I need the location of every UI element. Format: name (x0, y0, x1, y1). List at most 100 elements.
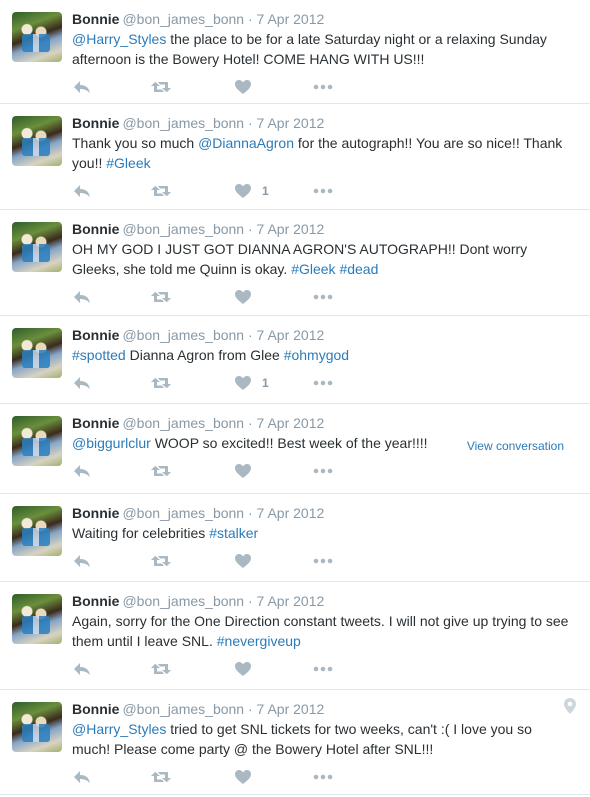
view-conversation-link[interactable]: View conversation (467, 439, 564, 453)
avatar[interactable] (12, 222, 62, 272)
tweet-actions: 1 (72, 179, 578, 211)
like-button[interactable] (234, 459, 262, 483)
tweet-text: Again, sorry for the One Direction const… (72, 611, 578, 651)
more-dots-icon (312, 79, 334, 95)
tweet[interactable]: Bonnie @bon_james_bonn · 7 Apr 2012 @biggu… (0, 404, 590, 494)
heart-icon (234, 79, 252, 95)
tweet-timestamp[interactable]: 7 Apr 2012 (257, 327, 325, 343)
tweet[interactable]: Bonnie @bon_james_bonn · 7 Apr 2012 #spott… (0, 316, 590, 404)
tweet-text-segment: Waiting for celebrities (72, 525, 210, 541)
like-button[interactable]: 1 (234, 179, 269, 203)
mention-link[interactable]: @Harry_Styles (72, 721, 166, 737)
user-name[interactable]: Bonnie (72, 327, 119, 343)
avatar[interactable] (12, 506, 62, 556)
retweet-button[interactable] (150, 285, 172, 309)
tweet[interactable]: Bonnie @bon_james_bonn · 7 Apr 2012 @Harry… (0, 0, 590, 104)
reply-button[interactable] (72, 459, 92, 483)
tweet-timestamp[interactable]: 7 Apr 2012 (257, 415, 325, 431)
tweet-header: Bonnie @bon_james_bonn · 7 Apr 2012 (72, 10, 578, 28)
retweet-button[interactable] (150, 549, 172, 573)
separator-dot: · (247, 115, 253, 131)
tweet-text: @Harry_Styles tried to get SNL tickets f… (72, 719, 578, 759)
avatar[interactable] (12, 702, 62, 752)
retweet-button[interactable] (150, 459, 172, 483)
reply-button[interactable] (72, 371, 92, 395)
tweet-timestamp[interactable]: 7 Apr 2012 (257, 505, 325, 521)
map-pin-icon[interactable] (564, 698, 576, 719)
more-options-button[interactable] (312, 765, 334, 789)
tweet[interactable]: Bonnie @bon_james_bonn · 7 Apr 2012 Thank … (0, 104, 590, 210)
reply-icon (72, 769, 92, 785)
tweet[interactable]: Bonnie @bon_james_bonn · 7 Apr 2012 Again,… (0, 582, 590, 690)
tweet-actions (72, 549, 578, 581)
reply-button[interactable] (72, 285, 92, 309)
tweet-text: Waiting for celebrities #stalker (72, 523, 578, 543)
like-button[interactable] (234, 75, 262, 99)
reply-button[interactable] (72, 179, 92, 203)
retweet-button[interactable] (150, 75, 172, 99)
hashtag-link[interactable]: #nevergiveup (217, 633, 301, 649)
user-handle[interactable]: @bon_james_bonn (122, 593, 244, 609)
hashtag-link[interactable]: #spotted (72, 347, 126, 363)
retweet-button[interactable] (150, 179, 172, 203)
user-handle[interactable]: @bon_james_bonn (122, 505, 244, 521)
user-name[interactable]: Bonnie (72, 505, 119, 521)
like-button[interactable] (234, 285, 262, 309)
tweet[interactable]: Bonnie @bon_james_bonn · 7 Apr 2012 @Harry… (0, 690, 590, 795)
tweet-timestamp[interactable]: 7 Apr 2012 (257, 115, 325, 131)
tweet-header: Bonnie @bon_james_bonn · 7 Apr 2012 (72, 326, 578, 344)
hashtag-link[interactable]: #ohmygod (284, 347, 349, 363)
avatar[interactable] (12, 594, 62, 644)
user-handle[interactable]: @bon_james_bonn (122, 115, 244, 131)
mention-link[interactable]: @Harry_Styles (72, 31, 166, 47)
avatar[interactable] (12, 116, 62, 166)
more-options-button[interactable] (312, 75, 334, 99)
more-options-button[interactable] (312, 549, 334, 573)
avatar[interactable] (12, 416, 62, 466)
user-name[interactable]: Bonnie (72, 701, 119, 717)
retweet-button[interactable] (150, 657, 172, 681)
user-handle[interactable]: @bon_james_bonn (122, 701, 244, 717)
separator-dot: · (247, 593, 253, 609)
retweet-button[interactable] (150, 765, 172, 789)
retweet-icon (150, 463, 172, 479)
like-button[interactable]: 1 (234, 371, 269, 395)
more-options-button[interactable] (312, 657, 334, 681)
reply-button[interactable] (72, 657, 92, 681)
like-button[interactable] (234, 657, 262, 681)
tweet[interactable]: Bonnie @bon_james_bonn · 7 Apr 2012 OH MY … (0, 210, 590, 316)
hashtag-link[interactable]: #Gleek (291, 261, 335, 277)
more-options-button[interactable] (312, 285, 334, 309)
tweet-timestamp[interactable]: 7 Apr 2012 (257, 701, 325, 717)
retweet-button[interactable] (150, 371, 172, 395)
user-name[interactable]: Bonnie (72, 11, 119, 27)
user-handle[interactable]: @bon_james_bonn (122, 11, 244, 27)
hashtag-link[interactable]: #Gleek (106, 155, 150, 171)
reply-button[interactable] (72, 75, 92, 99)
like-button[interactable] (234, 765, 262, 789)
user-name[interactable]: Bonnie (72, 415, 119, 431)
more-options-button[interactable] (312, 179, 334, 203)
user-name[interactable]: Bonnie (72, 221, 119, 237)
hashtag-link[interactable]: #stalker (209, 525, 258, 541)
reply-button[interactable] (72, 549, 92, 573)
tweet-text-segment: Dianna Agron from Glee (125, 347, 284, 363)
user-handle[interactable]: @bon_james_bonn (122, 327, 244, 343)
more-options-button[interactable] (312, 459, 334, 483)
avatar[interactable] (12, 328, 62, 378)
user-name[interactable]: Bonnie (72, 115, 119, 131)
like-button[interactable] (234, 549, 262, 573)
mention-link[interactable]: @DiannaAgron (198, 135, 294, 151)
tweet-timestamp[interactable]: 7 Apr 2012 (257, 11, 325, 27)
user-name[interactable]: Bonnie (72, 593, 119, 609)
more-options-button[interactable] (312, 371, 334, 395)
tweet-timestamp[interactable]: 7 Apr 2012 (257, 593, 325, 609)
user-handle[interactable]: @bon_james_bonn (122, 415, 244, 431)
mention-link[interactable]: @biggurlclur (72, 435, 151, 451)
hashtag-link[interactable]: #dead (339, 261, 378, 277)
tweet-timestamp[interactable]: 7 Apr 2012 (257, 221, 325, 237)
tweet[interactable]: Bonnie @bon_james_bonn · 7 Apr 2012 Waitin… (0, 494, 590, 582)
reply-button[interactable] (72, 765, 92, 789)
avatar[interactable] (12, 12, 62, 62)
user-handle[interactable]: @bon_james_bonn (122, 221, 244, 237)
